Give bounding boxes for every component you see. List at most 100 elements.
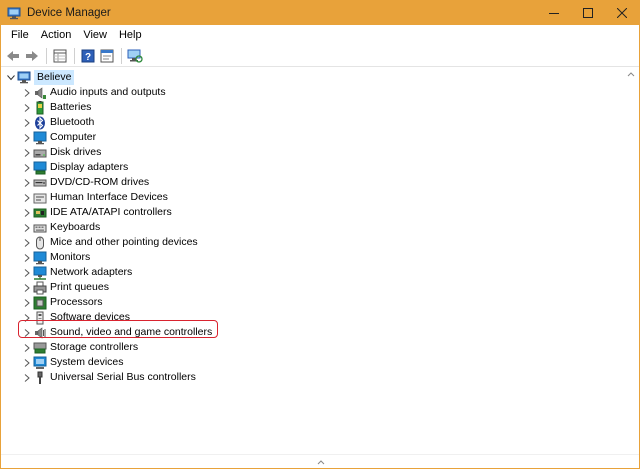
maximize-icon — [583, 8, 593, 18]
tree-item-label: Bluetooth — [50, 116, 95, 128]
expand-chevron-icon[interactable] — [21, 205, 33, 220]
tree-item-dvd-drives[interactable]: DVD/CD-ROM drives — [21, 175, 149, 190]
vertical-scrollbar[interactable] — [624, 68, 638, 456]
tree-item-computer[interactable]: Computer — [21, 130, 96, 145]
tree-item-batteries[interactable]: Batteries — [21, 100, 91, 115]
storage-controller-icon — [33, 341, 47, 355]
minimize-icon — [549, 13, 559, 14]
expand-chevron-icon[interactable] — [21, 340, 33, 355]
window-controls — [537, 1, 639, 25]
expand-chevron-icon[interactable] — [21, 160, 33, 175]
tree-item-label: Computer — [50, 131, 97, 143]
tree-item-print-queues[interactable]: Print queues — [21, 280, 109, 295]
tree-item-display-adapters[interactable]: Display adapters — [21, 160, 128, 175]
tree-item-mice[interactable]: Mice and other pointing devices — [21, 235, 198, 250]
dvd-drive-icon — [33, 176, 47, 190]
title-bar[interactable]: Device Manager — [1, 1, 639, 25]
expand-chevron-icon[interactable] — [21, 130, 33, 145]
help-button[interactable]: ? — [79, 47, 97, 65]
tree-item-label: Monitors — [50, 251, 91, 263]
bluetooth-icon — [33, 116, 47, 130]
expand-chevron-icon[interactable] — [21, 145, 33, 160]
tree-item-keyboards[interactable]: Keyboards — [21, 220, 100, 235]
tree-item-label: Audio inputs and outputs — [50, 86, 166, 98]
tree-item-hid[interactable]: Human Interface Devices — [21, 190, 168, 205]
ide-controller-icon — [33, 206, 47, 220]
toolbar-separator — [74, 47, 75, 64]
tree-root-label: Believe — [34, 70, 75, 85]
close-button[interactable] — [605, 1, 639, 25]
tree-item-label: Print queues — [50, 281, 109, 293]
scroll-grip-icon[interactable] — [314, 456, 328, 468]
tree-item-bluetooth[interactable]: Bluetooth — [21, 115, 94, 130]
back-button[interactable] — [4, 47, 22, 65]
expand-chevron-icon[interactable] — [21, 190, 33, 205]
forward-button[interactable] — [23, 47, 41, 65]
system-device-icon — [33, 356, 47, 370]
expand-chevron-icon[interactable] — [21, 295, 33, 310]
menu-help[interactable]: Help — [113, 25, 148, 45]
collapse-chevron-icon[interactable] — [5, 70, 17, 85]
battery-icon — [33, 100, 47, 115]
properties-window-button[interactable] — [98, 47, 116, 65]
menu-action[interactable]: Action — [35, 25, 78, 45]
tree-item-label: IDE ATA/ATAPI controllers — [50, 206, 172, 218]
expand-chevron-icon[interactable] — [21, 175, 33, 190]
expand-chevron-icon[interactable] — [21, 355, 33, 370]
tree-item-system-devices[interactable]: System devices — [21, 355, 124, 370]
expand-chevron-icon[interactable] — [21, 265, 33, 280]
tree-item-label: Mice and other pointing devices — [50, 236, 198, 248]
tree-item-storage-controllers[interactable]: Storage controllers — [21, 340, 138, 355]
back-arrow-icon — [7, 50, 19, 61]
expand-chevron-icon[interactable] — [21, 85, 33, 100]
computer-icon — [33, 131, 47, 145]
tree-item-usb-controllers[interactable]: Universal Serial Bus controllers — [21, 370, 196, 385]
tree-item-audio[interactable]: Audio inputs and outputs — [21, 85, 166, 100]
scan-hardware-button[interactable] — [126, 47, 144, 65]
keyboard-icon — [33, 221, 47, 235]
tree-root[interactable]: Believe — [5, 70, 75, 85]
disk-drive-icon — [33, 146, 47, 160]
tree-item-label: Network adapters — [50, 266, 133, 278]
properties-grid-button[interactable] — [51, 47, 69, 65]
tree-item-label: Keyboards — [50, 221, 101, 233]
tree-item-network-adapters[interactable]: Network adapters — [21, 265, 132, 280]
tree-item-monitors[interactable]: Monitors — [21, 250, 90, 265]
expand-chevron-icon[interactable] — [21, 235, 33, 250]
toolbar-separator — [46, 47, 47, 64]
tree-item-disk-drives[interactable]: Disk drives — [21, 145, 101, 160]
usb-icon — [33, 371, 47, 385]
svg-text:?: ? — [85, 52, 91, 63]
expand-chevron-icon[interactable] — [21, 100, 33, 115]
printer-icon — [33, 281, 47, 295]
maximize-button[interactable] — [571, 1, 605, 25]
scroll-up-icon[interactable] — [624, 68, 638, 80]
expand-chevron-icon[interactable] — [21, 370, 33, 385]
minimize-button[interactable] — [537, 1, 571, 25]
device-tree: Believe Audio inputs and outputs Batteri… — [1, 68, 625, 456]
network-adapter-icon — [33, 266, 47, 280]
window-title: Device Manager — [27, 7, 111, 19]
highlight-outline — [18, 320, 218, 338]
speaker-icon — [33, 86, 47, 100]
menu-file[interactable]: File — [5, 25, 35, 45]
toolbar: ? — [1, 45, 639, 67]
horizontal-scrollbar[interactable] — [1, 454, 639, 468]
device-manager-window: Device Manager File Action View Help ? B… — [0, 0, 640, 469]
help-icon: ? — [81, 49, 95, 63]
tree-item-ide-controllers[interactable]: IDE ATA/ATAPI controllers — [21, 205, 172, 220]
expand-chevron-icon[interactable] — [21, 280, 33, 295]
tree-item-label: System devices — [50, 356, 124, 368]
properties-window-icon — [100, 49, 114, 62]
expand-chevron-icon[interactable] — [21, 250, 33, 265]
tree-item-label: Universal Serial Bus controllers — [50, 371, 196, 383]
properties-grid-icon — [53, 49, 67, 62]
menu-bar: File Action View Help — [1, 25, 639, 45]
toolbar-separator — [121, 47, 122, 64]
tree-item-label: Processors — [50, 296, 103, 308]
scan-monitor-icon — [127, 49, 143, 63]
expand-chevron-icon[interactable] — [21, 115, 33, 130]
tree-item-processors[interactable]: Processors — [21, 295, 103, 310]
menu-view[interactable]: View — [77, 25, 113, 45]
expand-chevron-icon[interactable] — [21, 220, 33, 235]
